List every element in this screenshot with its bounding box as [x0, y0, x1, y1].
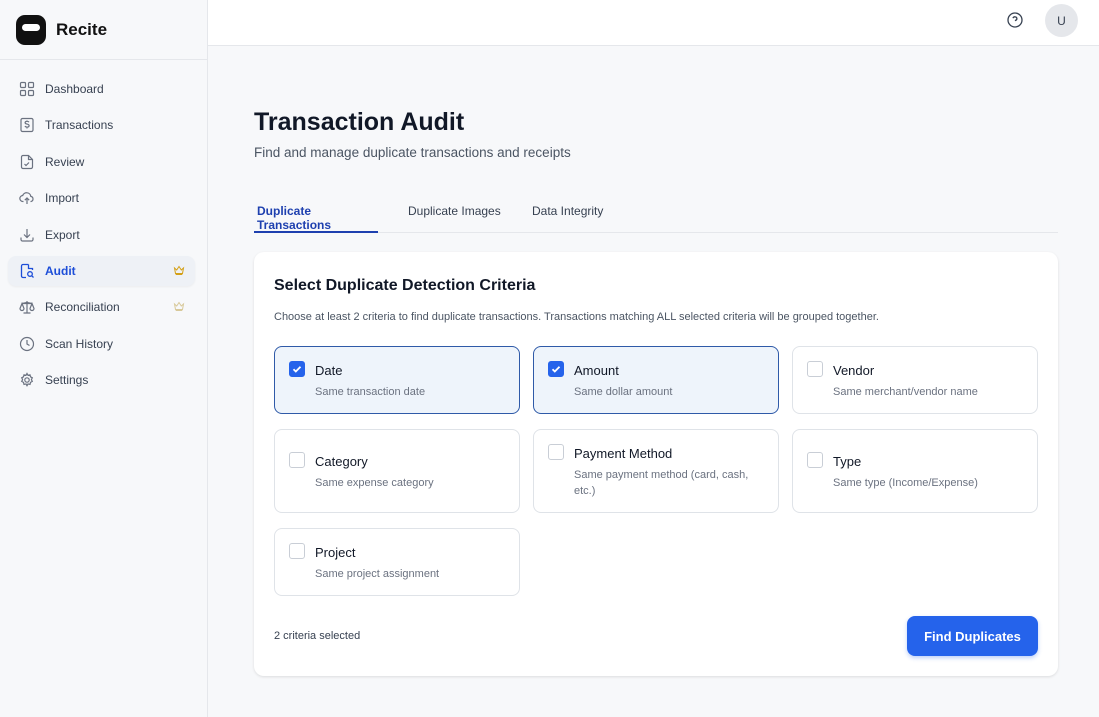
checkbox[interactable] [289, 452, 305, 468]
page-title: Transaction Audit [254, 108, 465, 136]
scale-icon [18, 298, 36, 316]
sidebar-item-label: Reconciliation [45, 300, 120, 315]
topbar: U [208, 0, 1099, 46]
criteria-option-payment-method[interactable]: Payment Method Same payment method (card… [533, 429, 779, 513]
option-description: Same type (Income/Expense) [833, 477, 978, 489]
selected-count: 2 criteria selected [274, 630, 361, 642]
checkbox[interactable] [289, 361, 305, 377]
sidebar-item-label: Audit [45, 263, 76, 278]
gear-icon [18, 371, 36, 389]
sidebar-item-reconciliation[interactable]: Reconciliation [8, 292, 195, 322]
tabs: Duplicate Transactions Duplicate Images … [254, 196, 1058, 233]
option-label: Category [315, 454, 368, 469]
option-label: Date [315, 363, 343, 378]
brand-logo-icon [16, 14, 46, 45]
check-icon [551, 366, 561, 373]
sidebar-item-transactions[interactable]: Transactions [8, 110, 195, 140]
option-description: Same payment method (card, cash, etc.) [574, 469, 749, 497]
criteria-description: Choose at least 2 criteria to find dupli… [274, 311, 879, 323]
option-description: Same merchant/vendor name [833, 386, 978, 398]
sidebar-item-label: Scan History [45, 336, 114, 351]
criteria-option-date[interactable]: Date Same transaction date [274, 346, 520, 414]
review-icon [18, 153, 36, 171]
option-label: Vendor [833, 363, 875, 378]
page-subtitle: Find and manage duplicate transactions a… [254, 145, 571, 160]
sidebar-item-label: Settings [45, 373, 89, 388]
sidebar-item-review[interactable]: Review [8, 147, 195, 177]
download-icon [18, 226, 36, 244]
option-label: Amount [574, 363, 619, 378]
find-duplicates-button[interactable]: Find Duplicates [907, 616, 1038, 656]
clock-icon [18, 335, 36, 353]
tab-duplicate-transactions[interactable]: Duplicate Transactions [254, 204, 378, 233]
dollar-icon [18, 116, 36, 134]
criteria-card: Select Duplicate Detection Criteria Choo… [254, 252, 1058, 676]
checkbox[interactable] [548, 361, 564, 377]
option-description: Same project assignment [315, 568, 440, 580]
option-description: Same transaction date [315, 386, 426, 398]
checkbox[interactable] [807, 361, 823, 377]
upload-cloud-icon [18, 189, 36, 207]
sidebar-item-audit[interactable]: Audit [8, 255, 195, 286]
sidebar-item-scan-history[interactable]: Scan History [8, 329, 195, 359]
option-description: Same expense category [315, 477, 434, 489]
option-label: Type [833, 454, 862, 469]
checkbox[interactable] [548, 444, 564, 460]
criteria-option-vendor[interactable]: Vendor Same merchant/vendor name [792, 346, 1038, 414]
check-icon [292, 366, 302, 373]
sidebar-item-dashboard[interactable]: Dashboard [8, 74, 195, 104]
tab-duplicate-images[interactable]: Duplicate Images [408, 204, 501, 233]
crown-icon [173, 301, 185, 312]
sidebar-nav: Dashboard Transactions Review Import Exp… [0, 60, 207, 395]
sidebar-item-settings[interactable]: Settings [8, 365, 195, 395]
crown-icon [173, 265, 185, 275]
sidebar-item-label: Transactions [45, 118, 114, 133]
sidebar: Recite Dashboard Transactions Review Imp… [0, 0, 208, 717]
criteria-option-project[interactable]: Project Same project assignment [274, 528, 520, 596]
sidebar-item-import[interactable]: Import [8, 183, 195, 213]
sidebar-item-label: Import [45, 191, 80, 206]
brand-name: Recite [56, 19, 108, 39]
sidebar-item-label: Dashboard [45, 82, 104, 96]
sidebar-item-label: Review [45, 154, 85, 169]
option-label: Project [315, 545, 356, 560]
avatar[interactable]: U [1045, 4, 1078, 37]
checkbox[interactable] [289, 543, 305, 559]
audit-icon [18, 262, 36, 280]
sidebar-item-export[interactable]: Export [8, 220, 195, 250]
sidebar-item-label: Export [45, 227, 80, 242]
option-label: Payment Method [574, 446, 673, 461]
option-description: Same dollar amount [574, 386, 673, 398]
criteria-option-type[interactable]: Type Same type (Income/Expense) [792, 429, 1038, 513]
dashboard-icon [18, 80, 36, 98]
tab-data-integrity[interactable]: Data Integrity [532, 204, 603, 233]
criteria-option-amount[interactable]: Amount Same dollar amount [533, 346, 779, 414]
brand[interactable]: Recite [0, 0, 207, 60]
criteria-title: Select Duplicate Detection Criteria [274, 277, 536, 294]
checkbox[interactable] [807, 452, 823, 468]
criteria-option-category[interactable]: Category Same expense category [274, 429, 520, 513]
help-circle-icon[interactable] [1006, 11, 1024, 29]
